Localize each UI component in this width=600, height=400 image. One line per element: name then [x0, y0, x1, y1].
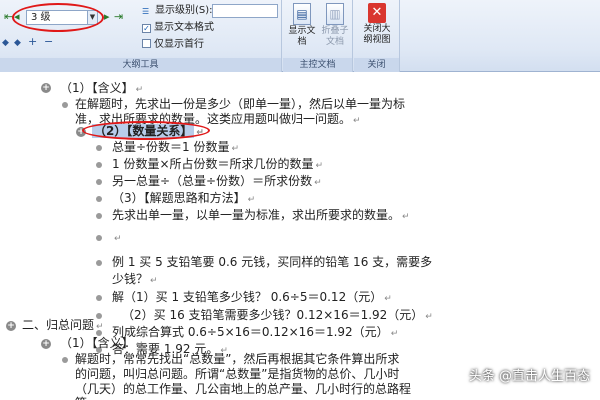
close-outline-view-button[interactable]: ✕ 关闭大纲视图: [361, 3, 393, 46]
show-level-select[interactable]: [212, 4, 278, 18]
move-down-icon[interactable]: ◆: [14, 38, 21, 48]
outline-expand-icon[interactable]: +: [41, 83, 51, 93]
demote-icon[interactable]: ▸: [104, 11, 110, 23]
collapse-subdocuments-label: 折叠子文档: [321, 26, 349, 47]
show-text-format-checkbox[interactable]: ✓: [142, 24, 151, 33]
watermark: 头条 @直击人生百态: [468, 369, 590, 384]
document-area[interactable]: + （1）【含义】 ↵ 在解题时，先求出一份是多少（即单一量），然后以单一量为标 …: [0, 73, 600, 400]
body-text[interactable]: 少钱？ ↵: [112, 272, 158, 289]
heading-text: 二、归总问题: [22, 318, 95, 332]
outline-tools-caption: 大纲工具: [0, 58, 281, 72]
body-text-content: 例 1 买 5 支铅笔要 0.6 元钱，买同样的铅笔 16 支，需要多: [112, 255, 433, 269]
body-text-content: 的问题，叫归总问题。所谓“总数量”是指货物的总价、几小时: [75, 367, 400, 381]
body-text-content: 解题时，常常先找出“总数量”，然后再根据其它条件算出所求: [75, 352, 400, 366]
body-bullet-icon: [96, 295, 102, 301]
body-text-content: 少钱？: [112, 272, 149, 286]
body-text[interactable]: 列成综合算式 0.6÷5×16＝0.12×16＝1.92（元） ↵: [112, 325, 398, 342]
empty-line[interactable]: ↵: [112, 230, 122, 247]
body-text[interactable]: 另一总量÷（总量÷份数）＝所求份数 ↵: [112, 174, 322, 191]
body-text[interactable]: 例 1 买 5 支铅笔要 0.6 元钱，买同样的铅笔 16 支，需要多: [112, 255, 432, 270]
body-text-content: 另一总量÷（总量÷份数）＝所求份数: [112, 174, 313, 188]
body-bullet-icon: [62, 102, 68, 108]
show-first-line-row[interactable]: 仅显示首行: [142, 39, 204, 51]
show-text-format-row[interactable]: ✓ 显示文本格式: [142, 22, 214, 34]
body-text-content: 解（1）买 1 支铅笔多少钱？ 0.6÷5＝0.12（元）: [112, 290, 383, 304]
show-document-label: 显示文档: [288, 26, 316, 47]
show-first-line-label: 仅显示首行: [154, 39, 204, 50]
show-level-row: ☰ 显示级别(S):: [142, 5, 213, 17]
close-caption: 关闭: [354, 58, 399, 72]
body-text[interactable]: （2）买 16 支铅笔需要多少钱？0.12×16＝1.92（元） ↵: [122, 308, 433, 325]
body-text[interactable]: 的问题，叫归总问题。所谓“总数量”是指货物的总价、几小时: [75, 367, 399, 382]
body-text[interactable]: 解题时，常常先找出“总数量”，然后再根据其它条件算出所求: [75, 352, 399, 367]
show-level-icon: ☰: [142, 7, 150, 16]
master-document-group: ▤ 显示文档 ▥ 折叠子文档 主控文档: [283, 0, 353, 72]
body-bullet-icon: [96, 213, 102, 219]
body-bullet-icon: [96, 162, 102, 168]
body-bullet-icon: [96, 145, 102, 151]
body-text-content: （3）【解题思路和方法】: [112, 191, 246, 205]
body-bullet-icon: [96, 196, 102, 202]
body-text-content: （2）买 16 支铅笔需要多少钱？0.12×16＝1.92（元）: [122, 308, 424, 322]
body-text[interactable]: 等。: [75, 396, 99, 400]
body-text[interactable]: 在解题时，先求出一份是多少（即单一量），然后以单一量为标: [75, 97, 405, 112]
collapse-icon[interactable]: −: [44, 36, 53, 47]
body-text[interactable]: （几天）的总工作量、几公亩地上的总产量、几小时行的总路程: [75, 382, 411, 397]
body-text-content: （几天）的总工作量、几公亩地上的总产量、几小时行的总路程: [75, 382, 412, 396]
body-text[interactable]: 总量÷份数＝1 份数量 ↵: [112, 140, 239, 157]
level-annotation-circle: [12, 3, 104, 32]
outline-heading[interactable]: （1）【含义】 ↵: [60, 81, 143, 98]
close-group: ✕ 关闭大纲视图 关闭: [354, 0, 400, 72]
close-icon: ✕: [368, 3, 386, 23]
body-bullet-icon: [62, 357, 68, 363]
move-up-icon[interactable]: ◆: [2, 38, 9, 48]
show-text-format-label: 显示文本格式: [154, 22, 214, 33]
outline-expand-icon[interactable]: +: [6, 321, 16, 331]
outline-tools-group: ⇤ ◂ 3 级 ▼ ▸ ⇥ ◆ ◆ + − ☰ 显示级别(S): ✓ 显示文本格式 …: [0, 0, 282, 72]
body-bullet-icon: [96, 235, 102, 241]
body-bullet-icon: [96, 179, 102, 185]
outline-heading-level1[interactable]: 二、归总问题 ↵: [22, 318, 104, 335]
heading-annotation-oval: [82, 121, 210, 140]
heading-text: （1）【含义】: [60, 336, 134, 350]
show-level-label: 显示级别(S):: [155, 5, 213, 16]
show-first-line-checkbox[interactable]: [142, 39, 151, 48]
master-document-caption: 主控文档: [283, 58, 352, 72]
subdocument-icon: ▥: [326, 3, 344, 25]
body-text[interactable]: 先求出单一量，以单一量为标准，求出所要求的数量。 ↵: [112, 208, 410, 225]
body-text-content: 列成综合算式 0.6÷5×16＝0.12×16＝1.92（元）: [112, 325, 389, 339]
body-text-content: 总量÷份数＝1 份数量: [112, 140, 230, 154]
document-icon: ▤: [293, 3, 311, 25]
outline-expand-icon[interactable]: +: [41, 339, 51, 349]
close-outline-view-label: 关闭大纲视图: [363, 24, 391, 45]
body-text-content: 等。: [75, 396, 99, 400]
expand-icon[interactable]: +: [28, 36, 37, 47]
body-bullet-icon: [96, 260, 102, 266]
body-text[interactable]: 解（1）买 1 支铅笔多少钱？ 0.6÷5＝0.12（元） ↵: [112, 290, 392, 307]
demote-to-body-icon[interactable]: ⇥: [114, 11, 123, 23]
body-text[interactable]: （3）【解题思路和方法】 ↵: [112, 191, 255, 208]
body-text-content: 先求出单一量，以单一量为标准，求出所要求的数量。: [112, 208, 401, 222]
collapse-subdocuments-button[interactable]: ▥ 折叠子文档: [319, 3, 351, 48]
body-text-content: 在解题时，先求出一份是多少（即单一量），然后以单一量为标: [75, 97, 406, 111]
body-text[interactable]: 1 份数量×所占份数＝所求几份的数量 ↵: [112, 157, 323, 174]
ribbon: ⇤ ◂ 3 级 ▼ ▸ ⇥ ◆ ◆ + − ☰ 显示级别(S): ✓ 显示文本格式 …: [0, 0, 600, 72]
body-text-content: 1 份数量×所占份数＝所求几份的数量: [112, 157, 314, 171]
outline-heading[interactable]: （1）【含义】 ↵: [60, 336, 143, 353]
show-document-button[interactable]: ▤ 显示文档: [286, 3, 318, 48]
heading-text: （1）【含义】: [60, 81, 134, 95]
